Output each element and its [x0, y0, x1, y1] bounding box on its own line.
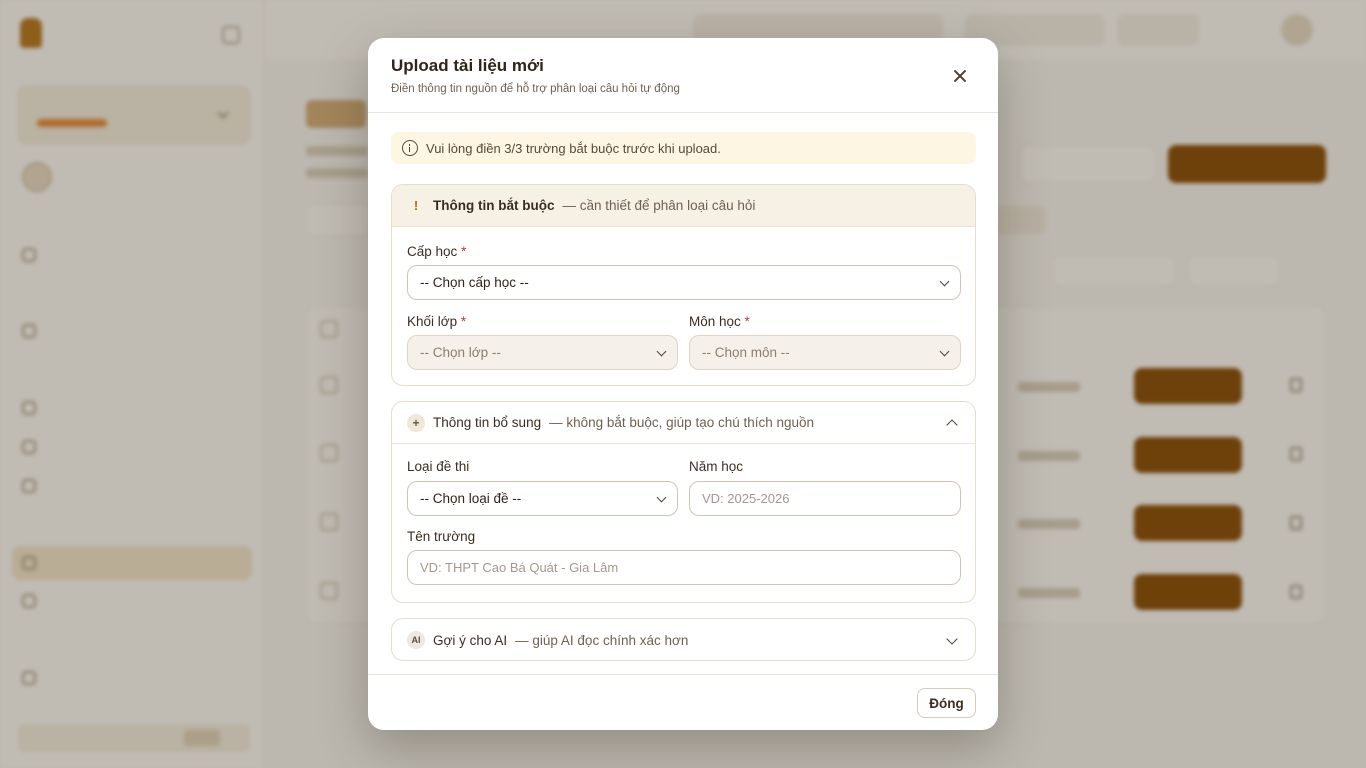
chevron-down-icon [939, 276, 950, 287]
section-title: Thông tin bắt buộc [433, 198, 555, 213]
select-value: -- Chọn cấp học -- [420, 275, 529, 290]
section-title: Thông tin bổ sung [433, 415, 542, 430]
modal-footer: Đóng [368, 674, 998, 730]
chevron-down-icon [946, 633, 958, 645]
nam-hoc-label: Năm học [689, 459, 744, 474]
mon-hoc-select[interactable]: -- Chọn môn -- [689, 335, 961, 370]
section-note: — cần thiết để phân loại câu hỏi [562, 198, 756, 213]
input-placeholder: VD: THPT Cao Bá Quát - Gia Lâm [420, 560, 619, 575]
loai-de-select[interactable]: -- Chọn loại đề -- [407, 481, 678, 516]
field-label-text: Cấp học [407, 244, 458, 259]
modal-title: Upload tài liệu mới [391, 56, 544, 75]
khoi-lop-label: Khối lớp * [407, 314, 466, 329]
ai-hint-section[interactable]: AI Gợi ý cho AI — giúp AI đọc chính xác … [391, 618, 976, 661]
ai-section-header[interactable]: AI Gợi ý cho AI — giúp AI đọc chính xác … [392, 619, 975, 660]
modal-body: Vui lòng điền 3/3 trường bắt buộc trước … [368, 114, 998, 674]
chevron-up-icon [946, 419, 958, 431]
field-label-text: Môn học [689, 314, 741, 329]
section-title: Gợi ý cho AI [433, 632, 508, 648]
nam-hoc-input[interactable]: VD: 2025-2026 [689, 481, 961, 516]
chevron-down-icon [939, 346, 950, 357]
ai-icon: AI [407, 631, 425, 649]
warning-icon: ! [413, 198, 419, 213]
ten-truong-label: Tên trường [407, 529, 476, 544]
field-label-text: Khối lớp [407, 314, 458, 329]
close-button[interactable]: Đóng [917, 688, 976, 718]
close-icon[interactable] [946, 62, 974, 90]
required-section-header: ! Thông tin bắt buộc — cần thiết để phân… [392, 185, 975, 227]
section-note: — giúp AI đọc chính xác hơn [515, 632, 689, 648]
loai-de-label: Loại đề thi [407, 459, 470, 474]
khoi-lop-select[interactable]: -- Chọn lớp -- [407, 335, 678, 370]
section-note: — không bắt buộc, giúp tạo chú thích ngu… [549, 415, 815, 430]
ten-truong-input[interactable]: VD: THPT Cao Bá Quát - Gia Lâm [407, 550, 961, 585]
plus-icon: + [407, 413, 425, 432]
mon-hoc-label: Môn học * [689, 314, 750, 329]
input-placeholder: VD: 2025-2026 [702, 491, 790, 506]
cap-hoc-select[interactable]: -- Chọn cấp học -- [407, 265, 961, 300]
alert-text: Vui lòng điền 3/3 trường bắt buộc trước … [426, 140, 721, 156]
chevron-down-icon [656, 346, 667, 357]
select-value: -- Chọn loại đề -- [420, 491, 522, 506]
modal-subtitle: Điền thông tin nguồn để hỗ trợ phân loại… [391, 83, 680, 95]
select-value: -- Chọn môn -- [702, 345, 790, 360]
chevron-down-icon [656, 492, 667, 503]
required-mark: * [744, 314, 750, 329]
required-mark: * [461, 244, 467, 259]
cap-hoc-label: Cấp học * [407, 244, 466, 259]
required-info-section: ! Thông tin bắt buộc — cần thiết để phân… [391, 184, 976, 386]
upload-modal: Upload tài liệu mới Điền thông tin nguồn… [368, 38, 998, 730]
optional-info-section: + Thông tin bổ sung — không bắt buộc, gi… [391, 401, 976, 603]
required-mark: * [460, 314, 467, 329]
info-icon [402, 140, 418, 156]
optional-section-header[interactable]: + Thông tin bổ sung — không bắt buộc, gi… [392, 402, 975, 444]
select-value: -- Chọn lớp -- [420, 345, 501, 360]
required-fields-alert: Vui lòng điền 3/3 trường bắt buộc trước … [391, 132, 976, 164]
modal-header: Upload tài liệu mới Điền thông tin nguồn… [368, 38, 998, 113]
